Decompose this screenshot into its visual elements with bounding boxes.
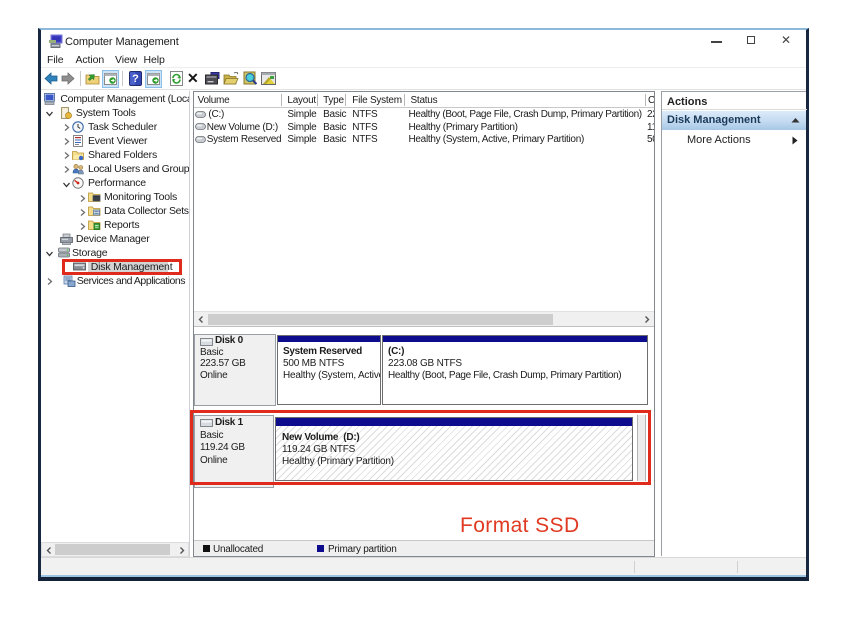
- svg-text:?: ?: [132, 73, 139, 85]
